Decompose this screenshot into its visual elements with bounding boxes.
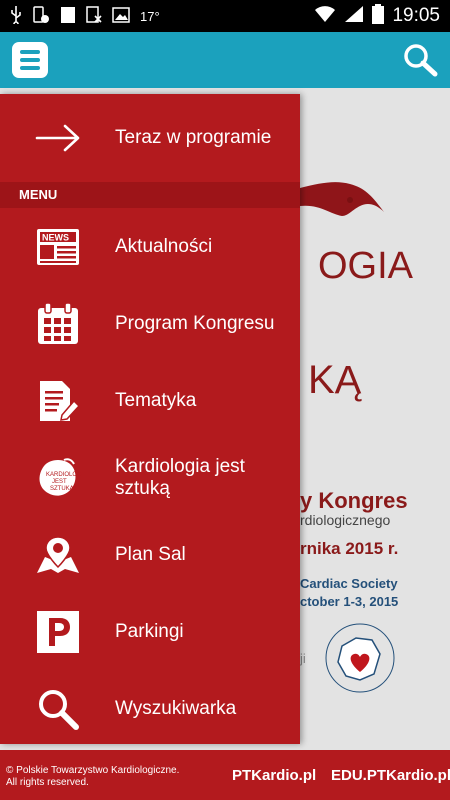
copyright-line-1: © Polskie Towarzystwo Kardiologiczne. — [6, 765, 180, 776]
drawer-item-label: Aktualności — [115, 235, 213, 257]
kongres-date: rnika 2015 r. — [300, 539, 398, 558]
drawer-item-label: Plan Sal — [115, 543, 186, 565]
society-text: Cardiac Society — [300, 576, 398, 591]
partial-text: ji — [299, 651, 306, 666]
image-icon — [112, 6, 130, 26]
menu-button[interactable] — [12, 42, 48, 78]
map-pin-icon — [0, 535, 115, 575]
copyright: © Polskie Towarzystwo Kardiologiczne. Al… — [6, 765, 179, 789]
congress-poster: OGIA KĄ y Kongres rdiologicznego rnika 2… — [280, 88, 450, 750]
document-edit-icon — [0, 379, 115, 423]
parking-icon — [0, 610, 115, 654]
drawer-item-label: Parkingi — [115, 620, 184, 642]
drawer-item-kardiologia[interactable]: KARDIOLOGIA JEST SZTUKĄ Kardiologia jest… — [0, 439, 300, 516]
poster-logo-text-2: KĄ — [308, 358, 362, 402]
svg-text:KARDIOLOGIA: KARDIOLOGIA — [46, 472, 82, 478]
search-icon — [404, 44, 438, 77]
footer: © Polskie Towarzystwo Kardiologiczne. Al… — [0, 750, 450, 800]
search-icon — [0, 687, 115, 731]
drawer-item-program[interactable]: Program Kongresu — [0, 285, 300, 362]
kardiologia-logo-icon: KARDIOLOGIA JEST SZTUKĄ — [0, 456, 115, 500]
kongres-title: y Kongres — [300, 488, 408, 513]
clock: 19:05 — [392, 5, 440, 26]
sim-off-icon — [86, 5, 102, 27]
drawer-item-news[interactable]: NEWS Aktualności — [0, 208, 300, 285]
drawer-item-search[interactable]: Wyszukiwarka — [0, 670, 300, 747]
edu-ptkardio-link[interactable]: EDU.PTKardio.pl — [331, 767, 450, 784]
signal-icon — [344, 5, 364, 28]
calendar-icon — [0, 301, 115, 346]
navigation-drawer: Teraz w programie MENU NEWS Aktualności — [0, 94, 300, 744]
drawer-item-label: Kardiologia jest sztuką — [115, 455, 245, 499]
copyright-line-2: All rights reserved. — [6, 777, 89, 788]
menu-section-title: MENU — [0, 182, 300, 208]
usb-icon — [10, 5, 22, 27]
ptk-seal-logo — [325, 623, 395, 693]
svg-text:SZTUKĄ: SZTUKĄ — [50, 486, 75, 492]
kongres-subtitle: rdiologicznego — [300, 512, 390, 528]
news-icon: NEWS — [0, 227, 115, 267]
drawer-item-label: Tematyka — [115, 389, 197, 411]
phone-clock-icon — [32, 5, 50, 27]
drawer-item-room-plan[interactable]: Plan Sal — [0, 516, 300, 593]
society-date: ctober 1-3, 2015 — [300, 594, 398, 609]
drawer-item-label: Wyszukiwarka — [115, 697, 237, 719]
drawer-item-parking[interactable]: Parkingi — [0, 593, 300, 670]
battery-badge-icon — [60, 6, 76, 27]
status-bar: 17° 19:05 — [0, 0, 450, 32]
svg-text:NEWS: NEWS — [42, 232, 69, 242]
drawer-item-label: Program Kongresu — [115, 312, 275, 334]
search-button[interactable] — [402, 42, 438, 78]
poster-logo-text: OGIA — [318, 245, 414, 287]
svg-text:JEST: JEST — [52, 479, 67, 485]
drawer-item-now-in-program[interactable]: Teraz w programie — [0, 94, 300, 182]
drawer-item-topics[interactable]: Tematyka — [0, 362, 300, 439]
wifi-icon — [314, 5, 336, 28]
battery-icon — [372, 3, 385, 29]
drawer-item-label: Teraz w programie — [115, 127, 272, 148]
arrow-right-icon — [0, 123, 115, 153]
temperature-text: 17° — [140, 8, 160, 24]
ptkardio-link[interactable]: PTKardio.pl — [232, 767, 316, 784]
app-bar — [0, 32, 450, 88]
